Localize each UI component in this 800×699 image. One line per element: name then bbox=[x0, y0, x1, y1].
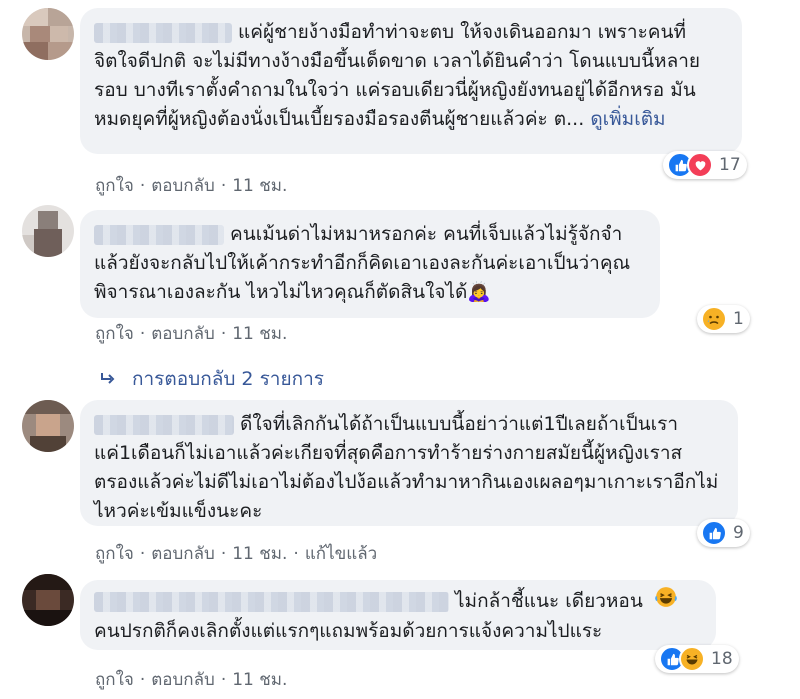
reply-link[interactable]: ตอบกลับ bbox=[151, 176, 215, 196]
reaction-summary[interactable]: 17 bbox=[663, 151, 747, 179]
avatar[interactable] bbox=[22, 205, 74, 257]
laughing-emoji-icon bbox=[655, 586, 677, 617]
comment-actions: ถูกใจ · ตอบกลับ · 11 ชม. bbox=[95, 670, 288, 690]
like-link[interactable]: ถูกใจ bbox=[95, 670, 134, 690]
edited-label[interactable]: แก้ไขแล้ว bbox=[305, 544, 377, 564]
avatar[interactable] bbox=[22, 8, 74, 60]
reaction-summary[interactable]: 1 bbox=[697, 305, 750, 333]
like-reaction-icon bbox=[701, 520, 727, 546]
sad-reaction-icon bbox=[701, 306, 727, 332]
avatar-image bbox=[22, 205, 74, 257]
timestamp[interactable]: 11 ชม. bbox=[232, 670, 287, 690]
reaction-count: 9 bbox=[733, 523, 744, 543]
author-name[interactable] bbox=[94, 22, 232, 43]
comment-actions: ถูกใจ · ตอบกลับ · 11 ชม. bbox=[95, 324, 288, 344]
comment-bubble: คนเม้นด่าไม่หมาหรอกค่ะ คนที่เจ็บแล้วไม่ร… bbox=[80, 210, 660, 318]
reply-arrow-icon bbox=[101, 373, 115, 384]
avatar[interactable] bbox=[22, 400, 74, 452]
reply-link[interactable]: ตอบกลับ bbox=[151, 324, 215, 344]
author-name[interactable] bbox=[94, 414, 234, 435]
love-reaction-icon bbox=[687, 152, 713, 178]
like-link[interactable]: ถูกใจ bbox=[95, 176, 134, 196]
reaction-count: 17 bbox=[719, 155, 741, 175]
haha-reaction-icon bbox=[679, 646, 705, 672]
timestamp[interactable]: 11 ชม. bbox=[232, 544, 287, 564]
timestamp[interactable]: 11 ชม. bbox=[232, 176, 287, 196]
comment-text-line-2: คนปรกติก็คงเลิกตั้งแต่แรกๆแถมพร้อมด้วยกา… bbox=[94, 620, 603, 642]
avatar-image bbox=[22, 8, 74, 60]
comment-bubble: แค่ผู้ชายง้างมือทำท่าจะตบ ให้จงเดินออกมา… bbox=[80, 8, 742, 154]
author-name[interactable] bbox=[94, 224, 224, 245]
comment-text: ไม่กล้าชี้แนะ เดียวหอน bbox=[455, 590, 643, 612]
avatar-image bbox=[22, 574, 74, 626]
reaction-summary[interactable]: 9 bbox=[697, 519, 750, 547]
comment-actions: ถูกใจ · ตอบกลับ · 11 ชม. bbox=[95, 176, 288, 196]
avatar[interactable] bbox=[22, 574, 74, 626]
like-link[interactable]: ถูกใจ bbox=[95, 324, 134, 344]
timestamp[interactable]: 11 ชม. bbox=[232, 324, 287, 344]
see-more-link[interactable]: ดูเพิ่มเติม bbox=[590, 108, 665, 130]
reply-link[interactable]: ตอบกลับ bbox=[151, 670, 215, 690]
reaction-count: 18 bbox=[711, 649, 733, 669]
comment-bubble: ดีใจที่เลิกกันได้ถ้าเป็นแบบนี้อย่าว่าแต่… bbox=[80, 400, 738, 526]
comment-actions: ถูกใจ · ตอบกลับ · 11 ชม. · แก้ไขแล้ว bbox=[95, 544, 378, 564]
like-link[interactable]: ถูกใจ bbox=[95, 544, 134, 564]
emoji: 🙇‍♀️ bbox=[467, 281, 492, 303]
reaction-summary[interactable]: 18 bbox=[655, 645, 739, 673]
avatar-image bbox=[22, 400, 74, 452]
reply-link[interactable]: ตอบกลับ bbox=[151, 544, 215, 564]
author-name[interactable] bbox=[94, 591, 449, 612]
view-replies-link[interactable]: การตอบกลับ 2 รายการ bbox=[100, 364, 324, 394]
comment-bubble: ไม่กล้าชี้แนะ เดียวหอน คนปรกติก็คงเลิกตั… bbox=[80, 580, 716, 650]
reaction-count: 1 bbox=[733, 309, 744, 329]
replies-count-label[interactable]: การตอบกลับ 2 รายการ bbox=[132, 364, 324, 394]
